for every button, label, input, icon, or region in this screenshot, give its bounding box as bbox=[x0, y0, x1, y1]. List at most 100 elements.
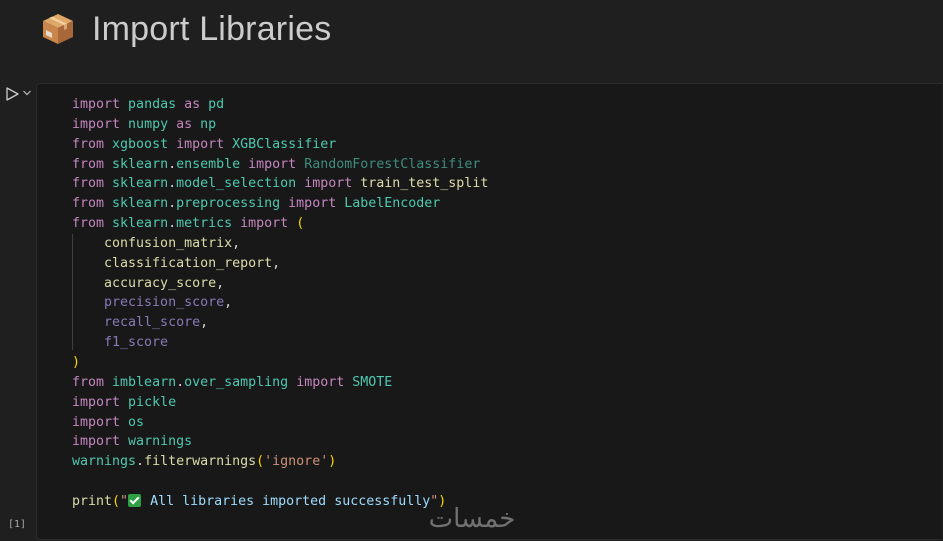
bracket-token: ) bbox=[328, 454, 337, 470]
code-line-8: confusion_matrix, bbox=[72, 234, 488, 254]
package-box-icon bbox=[43, 14, 73, 44]
class-token: RandomForestClassifier bbox=[296, 156, 481, 172]
keyword-token: import bbox=[240, 216, 289, 232]
module-token: sklearn bbox=[104, 156, 169, 172]
function-token: confusion_matrix bbox=[72, 235, 233, 251]
keyword-token: import bbox=[248, 156, 297, 172]
bracket-token: ( bbox=[112, 493, 121, 509]
keyword-token: from bbox=[72, 374, 105, 390]
string-token: " bbox=[120, 493, 129, 509]
class-token: LabelEncoder bbox=[336, 196, 441, 212]
module-token: model_selection bbox=[176, 176, 305, 192]
code-line-9: classification_report, bbox=[72, 254, 488, 274]
function-token: train_test_split bbox=[352, 176, 489, 192]
keyword-token: from bbox=[72, 216, 105, 232]
dot-token: . bbox=[168, 176, 177, 192]
module-token: sklearn bbox=[104, 176, 169, 192]
dot-token: . bbox=[168, 196, 177, 212]
function-token: f1_score bbox=[72, 335, 169, 351]
module-token: warnings bbox=[120, 434, 193, 450]
code-line-5: from sklearn.model_selection import trai… bbox=[72, 174, 488, 194]
keyword-token: import bbox=[296, 374, 345, 390]
function-token: accuracy_score bbox=[72, 275, 217, 291]
module-token: pandas bbox=[120, 97, 185, 112]
code-line-10: accuracy_score, bbox=[72, 274, 488, 294]
notebook-view: Import Libraries [1] import pandas as pd… bbox=[0, 0, 943, 541]
keyword-token: from bbox=[72, 176, 105, 192]
code-line-1: import pandas as pd bbox=[72, 95, 488, 115]
code-block[interactable]: import pandas as pd import numpy as np fro… bbox=[72, 95, 488, 512]
dot-token: . bbox=[136, 454, 145, 470]
keyword-token: as bbox=[176, 116, 193, 132]
module-token: warnings bbox=[72, 454, 137, 470]
module-token: xgboost bbox=[104, 136, 177, 152]
code-line-18: import warnings bbox=[72, 432, 488, 452]
function-token: filterwarnings bbox=[144, 454, 257, 470]
keyword-token: import bbox=[288, 196, 337, 212]
heading-text: Import Libraries bbox=[92, 9, 332, 48]
bracket-token: ) bbox=[72, 354, 81, 370]
chevron-down-icon[interactable] bbox=[22, 88, 32, 98]
code-line-11: precision_score, bbox=[72, 293, 488, 313]
code-line-14: ) bbox=[72, 353, 488, 373]
module-token: metrics bbox=[176, 216, 241, 232]
code-line-7: from sklearn.metrics import ( bbox=[72, 214, 488, 234]
code-line-3: from xgboost import XGBClassifier bbox=[72, 135, 488, 155]
module-token: os bbox=[120, 414, 145, 430]
class-token: SMOTE bbox=[344, 374, 393, 390]
keyword-token: import bbox=[72, 97, 121, 112]
string-token: 'ignore' bbox=[264, 454, 329, 470]
dot-token: . bbox=[168, 156, 177, 172]
function-token: classification_report bbox=[72, 255, 273, 271]
comma-token: , bbox=[224, 295, 233, 311]
code-line-15: from imblearn.over_sampling import SMOTE bbox=[72, 373, 488, 393]
comma-token: , bbox=[216, 275, 225, 291]
keyword-token: as bbox=[184, 97, 201, 112]
alias-token: np bbox=[192, 116, 217, 132]
keyword-token: import bbox=[176, 136, 225, 152]
dot-token: . bbox=[176, 374, 185, 390]
check-mark-emoji-icon bbox=[128, 493, 142, 507]
code-line-2: import numpy as np bbox=[72, 115, 488, 135]
module-token: sklearn bbox=[104, 196, 169, 212]
comma-token: , bbox=[272, 255, 281, 271]
module-token: ensemble bbox=[176, 156, 249, 172]
bracket-token: ( bbox=[256, 454, 265, 470]
module-token: sklearn bbox=[104, 216, 169, 232]
code-line-19: warnings.filterwarnings('ignore') bbox=[72, 452, 488, 472]
cell-gutter bbox=[0, 84, 36, 541]
module-token: over_sampling bbox=[184, 374, 297, 390]
function-token: recall_score bbox=[72, 315, 201, 331]
keyword-token: from bbox=[72, 156, 105, 172]
keyword-token: import bbox=[72, 394, 121, 410]
execution-count: [1] bbox=[8, 519, 27, 530]
function-token: precision_score bbox=[72, 295, 225, 311]
code-line-4: from sklearn.ensemble import RandomFores… bbox=[72, 155, 488, 175]
module-token: numpy bbox=[120, 116, 177, 132]
alias-token: pd bbox=[200, 97, 225, 112]
keyword-token: import bbox=[72, 434, 121, 450]
function-token: print bbox=[72, 493, 113, 509]
code-line-13: f1_score bbox=[72, 333, 488, 353]
khamsat-logo-icon: خمسات bbox=[429, 504, 516, 534]
keyword-token: import bbox=[304, 176, 353, 192]
comma-token: , bbox=[232, 235, 241, 251]
code-line-17: import os bbox=[72, 413, 488, 433]
keyword-token: import bbox=[72, 116, 121, 132]
watermark-label: خمسات bbox=[429, 504, 516, 534]
bracket-token: ( bbox=[288, 216, 305, 232]
module-token: preprocessing bbox=[176, 196, 289, 212]
keyword-token: from bbox=[72, 136, 105, 152]
code-line-6: from sklearn.preprocessing import LabelE… bbox=[72, 194, 488, 214]
markdown-heading: Import Libraries bbox=[40, 6, 331, 52]
class-token: XGBClassifier bbox=[224, 136, 337, 152]
code-line-12: recall_score, bbox=[72, 313, 488, 333]
module-token: pickle bbox=[120, 394, 177, 410]
dot-token: . bbox=[168, 216, 177, 232]
run-triangle-icon[interactable] bbox=[4, 86, 20, 102]
module-token: imblearn bbox=[104, 374, 177, 390]
comma-token: , bbox=[200, 315, 209, 331]
code-line-16: import pickle bbox=[72, 393, 488, 413]
keyword-token: from bbox=[72, 196, 105, 212]
